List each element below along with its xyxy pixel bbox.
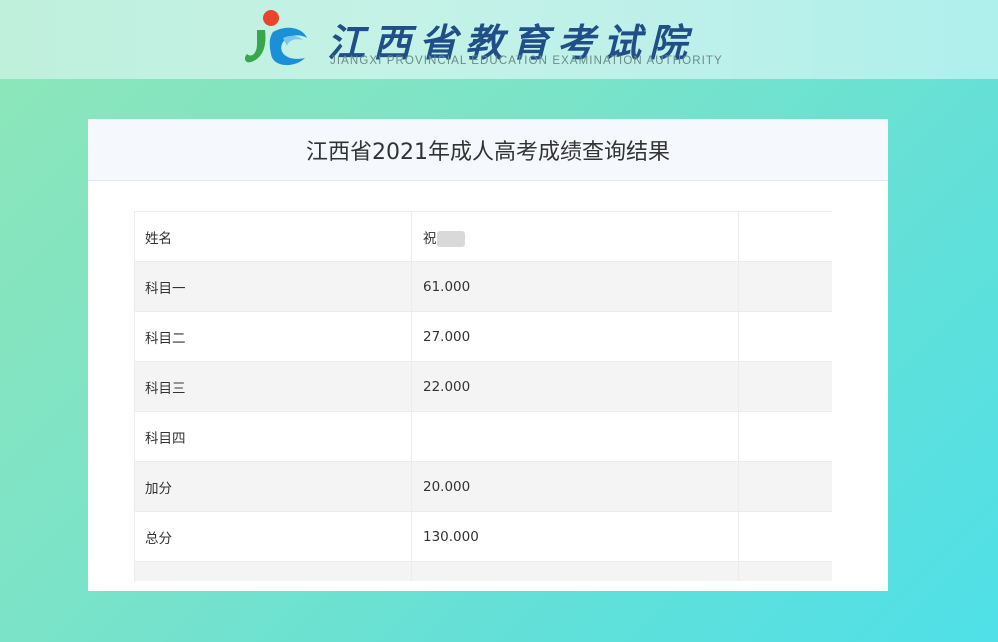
row-value: 22.000 [411,361,739,412]
row-label: 加分 [134,461,412,512]
table-row: 加分 20.000 [134,461,832,512]
site-logo[interactable]: 江西省教育考试院 JIANGXI PROVINCIAL EDUCATION EX… [243,8,733,72]
row-extra [738,461,832,512]
table-row: 科目三 22.000 [134,361,832,412]
row-label: 科目三 [134,361,412,412]
row-extra [738,261,832,312]
table-row: 科目一 61.000 [134,261,832,312]
jx-logo-icon [244,10,307,66]
result-panel: 江西省2021年成人高考成绩查询结果 姓名 祝 科目一 61.000 科目二 2… [88,119,888,591]
row-extra [738,211,832,262]
row-extra [738,561,832,581]
org-name-en: JIANGXI PROVINCIAL EDUCATION EXAMINATION… [330,55,723,67]
table-row: 姓名 祝 [134,211,832,262]
row-label: 姓名 [134,211,412,262]
row-value: 130.000 [411,511,739,562]
page-title: 江西省2021年成人高考成绩查询结果 [306,139,670,165]
panel-header: 江西省2021年成人高考成绩查询结果 [88,119,888,181]
row-label: 科目一 [134,261,412,312]
row-label: 科目二 [134,311,412,362]
row-value [411,561,739,581]
name-value: 祝 [423,230,437,247]
score-table: 姓名 祝 科目一 61.000 科目二 27.000 科目三 22.000 科目… [134,211,832,581]
row-value [411,411,739,462]
score-table-container[interactable]: 姓名 祝 科目一 61.000 科目二 27.000 科目三 22.000 科目… [134,211,832,581]
row-extra [738,311,832,362]
row-value: 27.000 [411,311,739,362]
row-label [134,561,412,581]
row-value: 61.000 [411,261,739,312]
row-value: 祝 [411,211,739,262]
site-header: 江西省教育考试院 JIANGXI PROVINCIAL EDUCATION EX… [0,0,998,79]
table-row [134,561,832,581]
table-row: 科目二 27.000 [134,311,832,362]
table-row: 科目四 [134,411,832,462]
row-extra [738,511,832,562]
row-value: 20.000 [411,461,739,512]
table-row: 总分 130.000 [134,511,832,562]
row-label: 科目四 [134,411,412,462]
privacy-mask [436,230,465,247]
row-label: 总分 [134,511,412,562]
row-extra [738,411,832,462]
row-extra [738,361,832,412]
